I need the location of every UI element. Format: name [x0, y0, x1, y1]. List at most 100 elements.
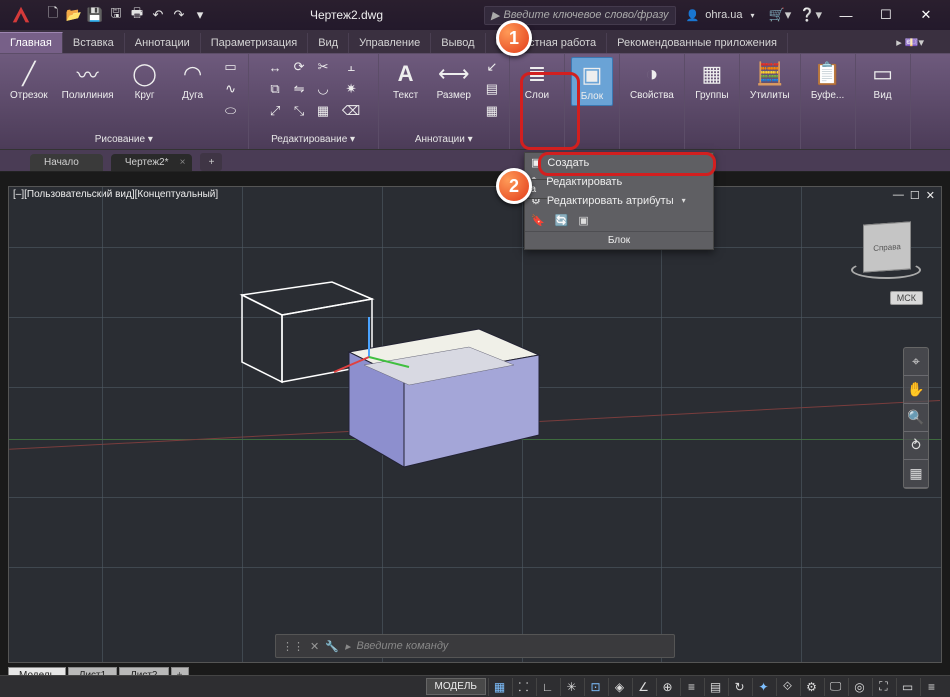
tab-insert[interactable]: Вставка	[63, 33, 125, 53]
qat-plot-icon[interactable]: 🖶	[128, 6, 146, 24]
sb-lwt-icon[interactable]: ≡	[680, 678, 702, 696]
nav-pan-icon[interactable]: ✋	[904, 376, 928, 404]
qat-redo-icon[interactable]: ↷	[170, 6, 188, 24]
tab-parametric[interactable]: Параметризация	[201, 33, 308, 53]
block-define-icon[interactable]: ▣	[578, 214, 588, 227]
view-button[interactable]: ▭Вид	[862, 57, 904, 104]
sb-cycle-icon[interactable]: ↻	[728, 678, 750, 696]
sb-otrack-icon[interactable]: ∠	[632, 678, 654, 696]
ribbon-overflow-icon[interactable]: ▸ 💷▾	[890, 32, 930, 53]
nav-showmotion-icon[interactable]: ▦	[904, 460, 928, 488]
properties-button[interactable]: ◑Свойства	[626, 57, 678, 104]
qat-undo-icon[interactable]: ↶	[149, 6, 167, 24]
sb-annoscale-icon[interactable]: ⟐	[776, 678, 798, 696]
mirror-icon[interactable]: ⇋	[288, 79, 310, 99]
arc-button[interactable]: ◠Дуга	[172, 57, 214, 104]
cmd-handle-icon[interactable]: ⋮⋮	[282, 640, 304, 653]
qat-new-icon[interactable]: 🗋	[44, 6, 62, 24]
nav-orbit-icon[interactable]: ⥁	[904, 432, 928, 460]
sb-grid-icon[interactable]: ▦	[488, 678, 510, 696]
nav-fullnav-icon[interactable]: ⌖	[904, 348, 928, 376]
qat-saveas-icon[interactable]: 🖫	[107, 6, 125, 24]
tab-view[interactable]: Вид	[308, 33, 349, 53]
viewcube-compass[interactable]	[851, 261, 921, 279]
status-model-label[interactable]: МОДЕЛЬ	[426, 678, 486, 695]
clipboard-button[interactable]: 📋Буфе...	[807, 57, 849, 104]
qat-save-icon[interactable]: 💾	[86, 6, 104, 24]
text-button[interactable]: AТекст	[385, 57, 427, 104]
panel-modify-title[interactable]: Редактирование ▾	[255, 132, 372, 147]
sb-polar-icon[interactable]: ✳	[560, 678, 582, 696]
close-button[interactable]: ✕	[906, 3, 946, 27]
panel-draw-title[interactable]: Рисование ▾	[6, 132, 242, 147]
panel-annot-title[interactable]: Аннотации ▾	[385, 132, 503, 147]
stretch-icon[interactable]: ⤢	[264, 101, 286, 121]
wcs-badge[interactable]: МСК	[890, 291, 923, 305]
sb-gizmo-icon[interactable]: ✦	[752, 678, 774, 696]
rect-icon[interactable]: ▭	[220, 57, 242, 77]
viewcube[interactable]: Справа	[851, 217, 921, 287]
fillet-icon[interactable]: ◡	[312, 79, 334, 99]
sb-ortho-icon[interactable]: ∟	[536, 678, 558, 696]
scale-icon[interactable]: ⤡	[288, 101, 310, 121]
tab-home[interactable]: Главная	[0, 32, 63, 53]
viewport[interactable]: [–][Пользовательский вид][Концептуальный…	[8, 186, 942, 663]
line-button[interactable]: ╱Отрезок	[6, 57, 52, 104]
cmd-close-icon[interactable]: ✕	[310, 640, 319, 653]
sb-isolate-icon[interactable]: ◎	[848, 678, 870, 696]
tab-output[interactable]: Вывод	[431, 33, 485, 53]
ellipse-icon[interactable]: ⬭	[220, 101, 242, 121]
trim-icon[interactable]: ✂	[312, 57, 334, 77]
sb-transp-icon[interactable]: ▤	[704, 678, 726, 696]
block-attr-icon[interactable]: 🔖	[531, 214, 545, 227]
maximize-button[interactable]: ☐	[866, 3, 906, 27]
help-icon[interactable]: ❔▾	[799, 7, 822, 23]
command-line[interactable]: ⋮⋮ ✕ 🔧 ▸ Введите команду	[275, 634, 675, 658]
sb-custom-icon[interactable]: ≡	[920, 678, 942, 696]
layers-button[interactable]: ≣Слои	[516, 57, 558, 104]
copy-icon[interactable]: ⧉	[264, 79, 286, 99]
polyline-button[interactable]: 〰Полилиния	[58, 57, 118, 104]
circle-button[interactable]: ◯Круг	[124, 57, 166, 104]
nav-zoom-icon[interactable]: 🔍	[904, 404, 928, 432]
sb-clean-icon[interactable]: ▭	[896, 678, 918, 696]
block-edit-item[interactable]: ✎Редактировать	[525, 172, 713, 191]
exchange-icon[interactable]: 🛒▾	[769, 7, 792, 23]
tab-annotate[interactable]: Аннотации	[125, 33, 201, 53]
block-edit-attr-item[interactable]: ⚙Редактировать атрибуты▾	[525, 191, 713, 210]
erase-icon[interactable]: ⌫	[340, 101, 362, 121]
move-icon[interactable]: ↔	[264, 57, 286, 77]
qat-open-icon[interactable]: 📂	[65, 6, 83, 24]
offset-icon[interactable]: ⫠	[340, 57, 362, 77]
sb-hardware-icon[interactable]: ⛶	[872, 678, 894, 696]
tab-apps[interactable]: Рекомендованные приложения	[607, 33, 788, 53]
new-tab-button[interactable]: +	[200, 153, 222, 171]
block-sync-icon[interactable]: 🔄	[555, 214, 569, 227]
mtext-icon[interactable]: ▦	[481, 101, 503, 121]
cmd-recent-icon[interactable]: 🔧	[325, 640, 339, 653]
table-icon[interactable]: ▤	[481, 79, 503, 99]
array-icon[interactable]: ▦	[312, 101, 334, 121]
explode-icon[interactable]: ✷	[340, 79, 362, 99]
qat-more-icon[interactable]: ▾	[191, 6, 209, 24]
tab-manage[interactable]: Управление	[349, 33, 431, 53]
file-tab-start[interactable]: Начало	[30, 154, 103, 171]
file-tab-current[interactable]: Чертеж2*×	[111, 154, 193, 171]
sb-monitor-icon[interactable]: 🖵	[824, 678, 846, 696]
block-button[interactable]: ▣Блок	[571, 57, 613, 106]
utilities-button[interactable]: 🧮Утилиты	[746, 57, 794, 104]
rotate-icon[interactable]: ⟳	[288, 57, 310, 77]
block-create-item[interactable]: ▣Создать	[525, 153, 713, 172]
leader-icon[interactable]: ↙	[481, 57, 503, 77]
sb-3dosnap-icon[interactable]: ◈	[608, 678, 630, 696]
groups-button[interactable]: ▦Группы	[691, 57, 733, 104]
sb-workspace-icon[interactable]: ⚙	[800, 678, 822, 696]
close-tab-icon[interactable]: ×	[180, 157, 186, 168]
app-logo[interactable]	[4, 3, 38, 27]
sb-snap-icon[interactable]: ⸬	[512, 678, 534, 696]
dimension-button[interactable]: ⟷Размер	[433, 57, 475, 104]
sb-dyn-icon[interactable]: ⊕	[656, 678, 678, 696]
spline-icon[interactable]: ∿	[220, 79, 242, 99]
user-menu[interactable]: 👤 ohra.ua ▾	[686, 9, 755, 22]
sb-osnap-icon[interactable]: ⊡	[584, 678, 606, 696]
